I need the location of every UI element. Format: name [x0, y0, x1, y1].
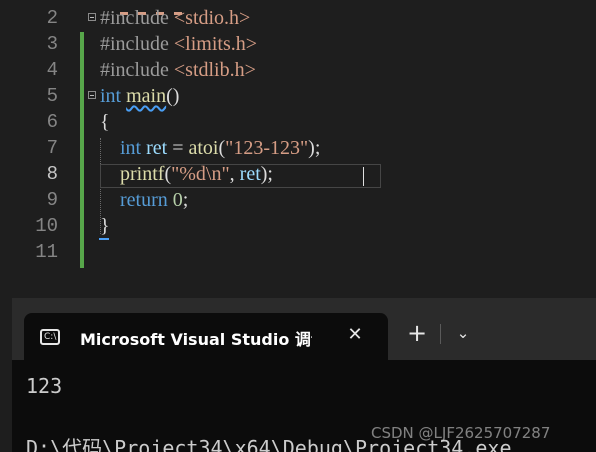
text-caret: [363, 167, 364, 186]
chevron-down-icon[interactable]: ⌄: [450, 320, 476, 346]
code-text: #include <stdio.h>: [100, 7, 251, 29]
code-line[interactable]: 4 #include <stdlib.h>: [0, 56, 596, 82]
code-text: #include <limits.h>: [100, 33, 257, 55]
watermark: CSDN @LJF2625707287: [371, 424, 551, 442]
titlebar-divider: [440, 324, 441, 344]
code-line-current[interactable]: 8 printf("%d\n", ret);: [0, 160, 596, 186]
console-titlebar[interactable]: C:\ Microsoft Visual Studio 调试控制台 ✕ + ⌄: [12, 298, 596, 360]
line-number: 6: [46, 111, 58, 133]
code-text: printf("%d\n", ret);: [100, 163, 273, 185]
code-line[interactable]: 5 int main(): [0, 82, 596, 108]
code-text: int ret = atoi("123-123");: [100, 137, 321, 159]
code-text: #include <stdlib.h>: [100, 59, 256, 81]
tab-title: Microsoft Visual Studio 调试控制台: [80, 330, 312, 349]
line-number: 5: [46, 85, 58, 107]
console-output-line: 123: [26, 374, 63, 398]
code-line[interactable]: 7 int ret = atoi("123-123");: [0, 134, 596, 160]
terminal-icon: C:\: [40, 329, 60, 345]
line-number: 10: [35, 215, 58, 237]
code-line[interactable]: 6 {: [0, 108, 596, 134]
code-text: return 0;: [100, 189, 189, 211]
line-number: 11: [35, 241, 58, 263]
line-number: 3: [46, 33, 58, 55]
code-line[interactable]: 9 return 0;: [0, 186, 596, 212]
plus-icon[interactable]: +: [404, 320, 430, 346]
line-number: 8: [46, 163, 58, 185]
line-number: 7: [46, 137, 58, 159]
line-number: 4: [46, 59, 58, 81]
fold-icon[interactable]: [88, 13, 96, 21]
code-text: {: [100, 111, 110, 133]
code-text: }: [100, 215, 110, 237]
line-number: 9: [46, 189, 58, 211]
code-line[interactable]: 11: [0, 238, 596, 264]
close-icon[interactable]: ✕: [342, 322, 368, 348]
code-text: int main(): [100, 85, 180, 107]
code-line[interactable]: 3 #include <limits.h>: [0, 30, 596, 56]
code-line[interactable]: 10 }: [0, 212, 596, 238]
line-number: 2: [46, 7, 58, 29]
code-line[interactable]: 2 #include <stdio.h>: [0, 4, 596, 30]
console-tab[interactable]: C:\ Microsoft Visual Studio 调试控制台 ✕: [24, 313, 388, 360]
code-editor[interactable]: 2 #include <stdio.h> 3 #include <limits.…: [0, 0, 596, 296]
brace-match-highlight: [99, 238, 109, 240]
fold-icon[interactable]: [88, 91, 96, 99]
